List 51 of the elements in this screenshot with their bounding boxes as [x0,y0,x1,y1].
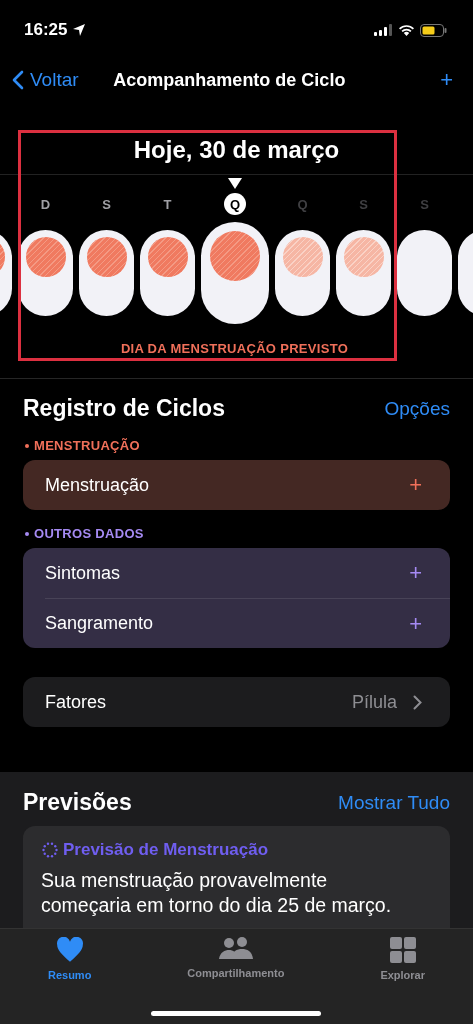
section-title: Previsões [23,789,132,816]
log-item-label: Sangramento [45,613,154,634]
day-letter: S [419,195,430,214]
show-all-link[interactable]: Mostrar Tudo [338,791,450,814]
add-button[interactable]: + [409,562,422,584]
add-button[interactable]: + [409,612,422,635]
people-icon [217,937,255,961]
back-link[interactable]: Voltar [12,69,79,91]
factors-label: Fatores [45,691,107,713]
tab[interactable]: Explorar [380,937,426,983]
day-pill[interactable] [18,230,73,316]
day-letter: Q [224,193,246,215]
log-item-label: Menstruação [45,474,150,496]
day-letter: Q [296,195,309,214]
heart-icon [55,937,84,963]
day-pill[interactable] [275,230,330,316]
day-letter: T [162,195,173,214]
location-arrow-icon [72,23,87,37]
log-item-label: Sintomas [45,562,121,584]
group-header: OUTROS DADOS [34,526,144,541]
section-title: Registro de Ciclos [23,395,225,422]
day-letter: D [39,195,52,214]
chevron-left-icon [12,70,24,90]
add-button[interactable]: + [440,67,453,93]
chevron-right-icon [413,694,422,710]
add-button[interactable]: + [409,474,422,496]
factors-row[interactable]: Fatores Pílula [23,677,450,727]
prediction-text: Sua menstruação provavelmente começaria em torno do dia 25 de março. [41,868,393,918]
battery-icon [420,23,447,37]
day-pill[interactable] [140,230,195,316]
day-pill[interactable] [397,230,452,316]
options-link[interactable]: Opções [384,397,450,420]
signal-icon [374,24,393,36]
screen-title: Acompanhamento de Ciclo [112,69,347,91]
factors-value: Pílula [351,691,397,713]
triangle-marker-icon [228,178,242,189]
dotted-circle-icon [41,841,59,859]
day-pill[interactable] [336,230,391,316]
legend-text: DIA DA MENSTRUAÇÃO PREVISTO [119,341,350,356]
status-time: 16:25 [24,20,68,40]
day-letter: S [358,195,369,214]
date-title: Hoje, 30 de março [132,137,341,163]
tab[interactable]: Resumo [47,937,92,983]
prediction-card[interactable]: Previsão de Menstruação Sua menstruação provavelmente começaria em torno do dia 25 de março. [23,826,450,928]
grid-icon [389,937,416,963]
day-pill[interactable] [79,230,134,316]
tab[interactable]: Compartilhamento [187,937,285,983]
day-letter: S [101,195,112,214]
wifi-icon [398,24,415,36]
prediction-title: Previsão de Menstruação [63,840,269,860]
group-header: MENSTRUAÇÃO [34,438,140,453]
